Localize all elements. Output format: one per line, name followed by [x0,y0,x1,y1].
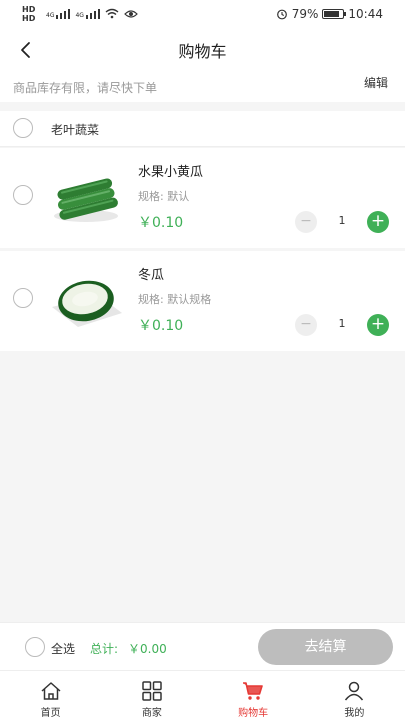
item-price: ￥0.10 [138,215,184,231]
cart-icon [243,682,263,700]
item-name: 冬瓜 [138,268,165,283]
alarm-icon [276,9,287,20]
item-quantity[interactable]: 1 [330,317,354,330]
signal-bar [60,13,63,19]
item-quantity[interactable]: 1 [330,214,354,227]
network-1-label: 4G [46,12,55,19]
item-name: 水果小黄瓜 [138,165,204,180]
shop-select-checkbox[interactable] [13,118,33,138]
stock-notice-bar: 商品库存有限，请尽快下单 编辑 [0,70,405,102]
battery-percent: 79% [291,7,319,21]
sim-indicators: HD HD [22,5,35,23]
item-select-checkbox[interactable] [13,288,33,308]
signal-bar [93,11,96,19]
tab-label: 我的 [344,708,365,719]
item-select-checkbox[interactable] [13,185,33,205]
checkout-button[interactable]: 去结算 [258,629,393,665]
shop-header: 老叶蔬菜 [0,111,405,147]
total-value: ￥0.00 [128,642,167,656]
tab-merchants[interactable]: 商家 [101,671,202,720]
clock: 10:44 [348,7,383,21]
cart-item: 冬瓜 规格: 默认规格 ￥0.10 − 1 + [0,251,405,351]
wifi-icon [105,8,119,19]
tab-profile[interactable]: 我的 [304,671,405,720]
signal-icons: 4G 4G [46,8,138,19]
select-all-label[interactable]: 全选 [51,640,75,657]
increase-quantity-button[interactable]: + [367,211,389,233]
cucumber-image [54,178,118,222]
page-title: 购物车 [178,42,227,61]
user-icon [345,681,364,701]
tab-cart[interactable]: 购物车 [203,671,304,720]
signal-bar [68,9,71,19]
signal-bar [85,15,88,19]
tab-home[interactable]: 首页 [0,671,101,720]
eye-icon [124,10,138,18]
signal-bar [64,11,67,19]
battery-icon [322,9,347,19]
checkout-bar: 全选 总计: ￥0.00 去结算 [0,622,405,670]
edit-button[interactable]: 编辑 [364,74,388,91]
tab-label: 首页 [40,708,61,719]
winter-melon-image [52,280,122,327]
tab-bar: 首页 商家 购物车 我的 [0,670,405,720]
status-right: 79% 10:44 [276,7,383,21]
grid-icon [142,681,162,701]
sim1-label: HD [22,5,36,14]
increase-quantity-button[interactable]: + [367,314,389,336]
tab-label: 购物车 [238,708,269,719]
cart-item: 水果小黄瓜 规格: 默认 ￥0.10 − 1 + [0,148,405,248]
sim2-label: HD [22,14,36,23]
network-2-label: 4G [75,12,84,19]
item-price: ￥0.10 [138,318,184,334]
item-spec: 规格: 默认 [138,190,190,203]
stock-notice-text: 商品库存有限，请尽快下单 [13,81,158,95]
signal-bar [89,13,92,19]
total-label: 总计: [90,642,119,656]
home-icon [41,682,61,700]
decrease-quantity-button[interactable]: − [295,314,317,336]
signal-bar [56,15,59,19]
decrease-quantity-button[interactable]: − [295,211,317,233]
tab-label: 商家 [141,708,162,719]
shop-name: 老叶蔬菜 [51,123,100,137]
select-all-checkbox[interactable] [25,637,45,657]
nav-bar: 购物车 [0,30,405,70]
signal-bar [97,9,100,19]
status-bar: HD HD 4G 4G 79% 10:44 [0,0,405,30]
item-spec: 规格: 默认规格 [138,293,212,306]
